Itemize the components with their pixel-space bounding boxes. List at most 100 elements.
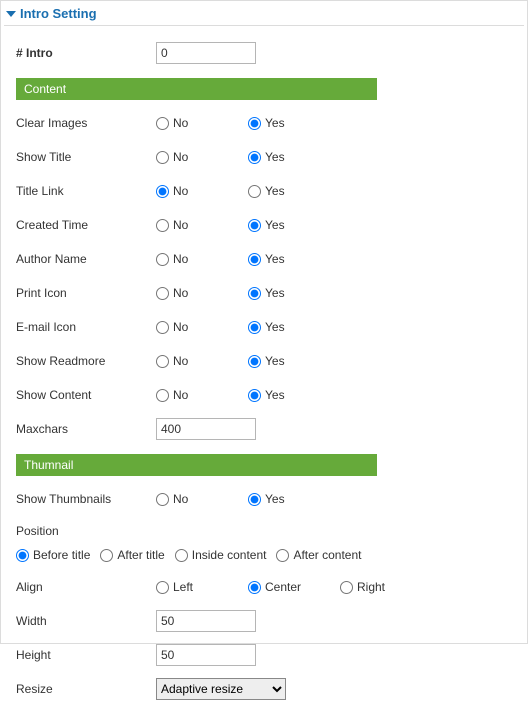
author_name-no-radio[interactable] (156, 253, 169, 266)
panel-body: # Intro Content Clear ImagesNoYesShow Ti… (4, 26, 524, 704)
collapse-icon (6, 11, 16, 17)
resize-select[interactable]: Adaptive resize (156, 678, 286, 700)
title_link-no-text: No (173, 184, 188, 198)
height-label: Height (16, 648, 156, 662)
print_icon-yes-option[interactable]: Yes (248, 286, 340, 300)
show_title-no-option[interactable]: No (156, 150, 248, 164)
align-center-text: Center (265, 580, 301, 594)
print_icon-yes-text: Yes (265, 286, 285, 300)
created_time-no-radio[interactable] (156, 219, 169, 232)
align-left-text: Left (173, 580, 193, 594)
show_thumbnails-no-radio[interactable] (156, 493, 169, 506)
width-input[interactable] (156, 610, 256, 632)
intro-count-input[interactable] (156, 42, 256, 64)
email_icon-label: E-mail Icon (16, 320, 156, 334)
show_content-yes-option[interactable]: Yes (248, 388, 340, 402)
show_readmore-yes-option[interactable]: Yes (248, 354, 340, 368)
show_content-no-radio[interactable] (156, 389, 169, 402)
show_content-no-text: No (173, 388, 188, 402)
align-center-radio[interactable] (248, 581, 261, 594)
author_name-yes-option[interactable]: Yes (248, 252, 340, 266)
email_icon-no-radio[interactable] (156, 321, 169, 334)
author_name-no-option[interactable]: No (156, 252, 248, 266)
title_link-no-radio[interactable] (156, 185, 169, 198)
position-after_content-option[interactable]: After content (276, 548, 361, 562)
show_title-no-text: No (173, 150, 188, 164)
position-inside_content-text: Inside content (192, 548, 267, 562)
show_content-label: Show Content (16, 388, 156, 402)
width-label: Width (16, 614, 156, 628)
align-left-radio[interactable] (156, 581, 169, 594)
position-after_title-option[interactable]: After title (100, 548, 164, 562)
show_thumbnails-yes-radio[interactable] (248, 493, 261, 506)
show_readmore-no-text: No (173, 354, 188, 368)
email_icon-no-option[interactable]: No (156, 320, 248, 334)
position-after_content-radio[interactable] (276, 549, 289, 562)
clear_images-no-option[interactable]: No (156, 116, 248, 130)
email_icon-yes-radio[interactable] (248, 321, 261, 334)
resize-label: Resize (16, 682, 156, 696)
show_thumbnails-label: Show Thumbnails (16, 492, 156, 506)
align-right-text: Right (357, 580, 385, 594)
align-center-option[interactable]: Center (248, 580, 340, 594)
title_link-label: Title Link (16, 184, 156, 198)
position-inside_content-radio[interactable] (175, 549, 188, 562)
author_name-no-text: No (173, 252, 188, 266)
panel-title: Intro Setting (20, 6, 97, 21)
created_time-yes-radio[interactable] (248, 219, 261, 232)
panel-header[interactable]: Intro Setting (4, 4, 524, 26)
title_link-no-option[interactable]: No (156, 184, 248, 198)
section-thumbnail-header: Thumnail (16, 454, 377, 476)
show_readmore-no-option[interactable]: No (156, 354, 248, 368)
position-label: Position (16, 524, 156, 538)
created_time-label: Created Time (16, 218, 156, 232)
author_name-yes-radio[interactable] (248, 253, 261, 266)
clear_images-label: Clear Images (16, 116, 156, 130)
clear_images-yes-option[interactable]: Yes (248, 116, 340, 130)
title_link-yes-option[interactable]: Yes (248, 184, 340, 198)
align-right-radio[interactable] (340, 581, 353, 594)
show_content-yes-text: Yes (265, 388, 285, 402)
created_time-no-option[interactable]: No (156, 218, 248, 232)
author_name-label: Author Name (16, 252, 156, 266)
title_link-yes-radio[interactable] (248, 185, 261, 198)
position-inside_content-option[interactable]: Inside content (175, 548, 267, 562)
print_icon-no-text: No (173, 286, 188, 300)
print_icon-yes-radio[interactable] (248, 287, 261, 300)
maxchars-input[interactable] (156, 418, 256, 440)
author_name-yes-text: Yes (265, 252, 285, 266)
show_title-yes-option[interactable]: Yes (248, 150, 340, 164)
email_icon-yes-text: Yes (265, 320, 285, 334)
align-right-option[interactable]: Right (340, 580, 432, 594)
position-before_title-option[interactable]: Before title (16, 548, 90, 562)
show_readmore-yes-text: Yes (265, 354, 285, 368)
intro-count-label: # Intro (16, 46, 156, 60)
show_title-yes-radio[interactable] (248, 151, 261, 164)
clear_images-yes-radio[interactable] (248, 117, 261, 130)
show_readmore-label: Show Readmore (16, 354, 156, 368)
position-after_title-radio[interactable] (100, 549, 113, 562)
email_icon-no-text: No (173, 320, 188, 334)
clear_images-no-radio[interactable] (156, 117, 169, 130)
position-before_title-text: Before title (33, 548, 90, 562)
clear_images-yes-text: Yes (265, 116, 285, 130)
height-input[interactable] (156, 644, 256, 666)
email_icon-yes-option[interactable]: Yes (248, 320, 340, 334)
created_time-no-text: No (173, 218, 188, 232)
print_icon-no-radio[interactable] (156, 287, 169, 300)
print_icon-no-option[interactable]: No (156, 286, 248, 300)
show_content-no-option[interactable]: No (156, 388, 248, 402)
position-before_title-radio[interactable] (16, 549, 29, 562)
align-left-option[interactable]: Left (156, 580, 248, 594)
show_thumbnails-yes-option[interactable]: Yes (248, 492, 340, 506)
show_readmore-yes-radio[interactable] (248, 355, 261, 368)
show_thumbnails-no-text: No (173, 492, 188, 506)
created_time-yes-option[interactable]: Yes (248, 218, 340, 232)
show_title-no-radio[interactable] (156, 151, 169, 164)
show_readmore-no-radio[interactable] (156, 355, 169, 368)
print_icon-label: Print Icon (16, 286, 156, 300)
show_content-yes-radio[interactable] (248, 389, 261, 402)
clear_images-no-text: No (173, 116, 188, 130)
title_link-yes-text: Yes (265, 184, 285, 198)
show_thumbnails-no-option[interactable]: No (156, 492, 248, 506)
